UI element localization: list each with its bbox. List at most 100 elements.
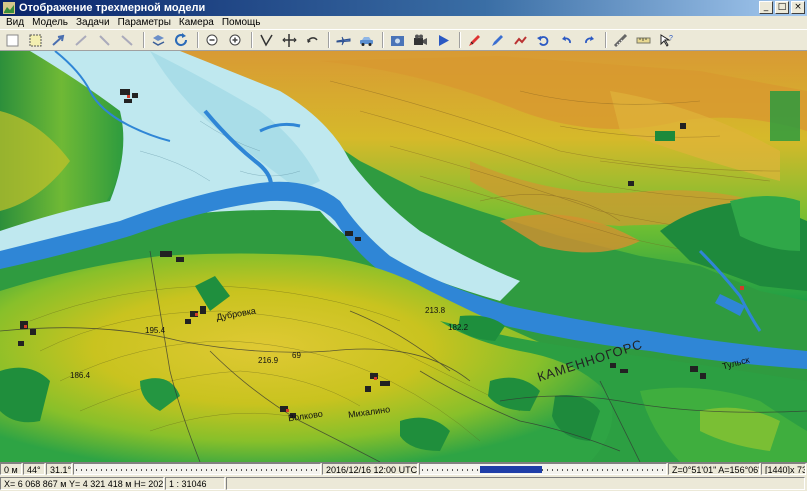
height-field: 0 м: [0, 463, 22, 475]
pencil-icon: [468, 34, 480, 46]
map-elevation-label: 216.9: [258, 356, 279, 365]
airplane-icon: [336, 36, 350, 45]
forward-button[interactable]: [579, 31, 599, 49]
photo-icon: [390, 35, 404, 46]
window-title: Отображение трехмерной модели: [19, 2, 206, 14]
fly-disabled-icon: [74, 34, 87, 46]
speed-slider-thumb[interactable]: [480, 466, 542, 473]
airplane-button[interactable]: [333, 31, 353, 49]
refresh-button[interactable]: [171, 31, 191, 49]
menu-camera[interactable]: Камера: [175, 16, 218, 29]
select-region-button[interactable]: [25, 31, 45, 49]
back-icon: [561, 35, 571, 43]
undo-button[interactable]: [533, 31, 553, 49]
undo-icon: [536, 35, 548, 46]
cursor-coordinates: X= 6 068 867 м Y= 4 321 418 м H= 202.22 …: [0, 476, 164, 490]
fly-left-button[interactable]: [71, 31, 91, 49]
zoom-in-button[interactable]: [225, 31, 245, 49]
svg-text:?: ?: [669, 35, 673, 42]
time-slider-ticks: [76, 469, 318, 471]
status-bar-coordinates: X= 6 068 867 м Y= 4 321 418 м H= 202.22 …: [0, 475, 807, 491]
measure-button[interactable]: [610, 31, 630, 49]
toolbar: ?: [0, 29, 807, 51]
photo-button[interactable]: [387, 31, 407, 49]
map-elevation-label: 69: [292, 351, 301, 360]
speed-slider[interactable]: [419, 463, 667, 475]
map-elevation-label: 186.4: [70, 371, 91, 380]
fly-right-button[interactable]: [94, 31, 114, 49]
menu-tasks[interactable]: Задачи: [72, 16, 114, 29]
route-icon: [513, 35, 527, 45]
terrain-map: [0, 51, 807, 462]
fly-down-button[interactable]: [117, 31, 137, 49]
fly-button[interactable]: [48, 31, 68, 49]
toolbar-separator: [328, 32, 330, 48]
fit-view-icon: [259, 34, 273, 47]
tilt-angle-field: 44°: [23, 463, 45, 475]
help-cursor-button[interactable]: ?: [656, 31, 676, 49]
terrain-3d-viewport[interactable]: Дубровка КАМЕННОГОРС Михалино Волково Ту…: [0, 51, 807, 462]
rotate-icon: [306, 36, 318, 43]
resolution-field: [1440]x 736: [761, 463, 806, 475]
orientation-field: Z=0°51'01" A=156°06'14": [668, 463, 760, 475]
speed-slider-ticks: [422, 469, 664, 471]
menu-help[interactable]: Помощь: [218, 16, 265, 29]
toolbar-separator: [251, 32, 253, 48]
status-bar-controls: 0 м 44° 31.1° 2016/12/16 12:00 UTC+3 Z=0…: [0, 462, 807, 475]
close-button[interactable]: ×: [791, 1, 805, 14]
rotate-button[interactable]: [302, 31, 322, 49]
map-scale: 1 : 31046: [165, 476, 225, 490]
layers-button[interactable]: [148, 31, 168, 49]
fly-icon: [51, 34, 64, 46]
play-icon: [438, 34, 449, 46]
draw-alt-button[interactable]: [487, 31, 507, 49]
menu-parameters[interactable]: Параметры: [114, 16, 175, 29]
minimize-button[interactable]: _: [759, 1, 773, 14]
datetime-field: 2016/12/16 12:00 UTC+3: [322, 463, 418, 475]
forward-icon: [584, 35, 594, 43]
ruler-button[interactable]: [633, 31, 653, 49]
menu-bar: Вид Модель Задачи Параметры Камера Помощ…: [0, 16, 807, 29]
menu-model[interactable]: Модель: [28, 16, 72, 29]
ruler-icon: [636, 37, 650, 43]
fly-disabled-icon: [120, 34, 133, 46]
map-elevation-label: 213.8: [425, 306, 446, 315]
toolbar-separator: [459, 32, 461, 48]
toolbar-separator: [197, 32, 199, 48]
maximize-button[interactable]: □: [775, 1, 789, 14]
fit-view-button[interactable]: [256, 31, 276, 49]
menu-view[interactable]: Вид: [2, 16, 28, 29]
new-icon: [6, 34, 18, 46]
car-button[interactable]: [356, 31, 376, 49]
refresh-icon: [174, 32, 187, 46]
video-camera-icon: [413, 34, 427, 45]
new-button[interactable]: [2, 31, 22, 49]
center-view-icon: [281, 33, 297, 47]
toolbar-separator: [143, 32, 145, 48]
draw-button[interactable]: [464, 31, 484, 49]
help-cursor-icon: ?: [660, 33, 673, 47]
time-slider[interactable]: [73, 463, 321, 475]
toolbar-separator: [382, 32, 384, 48]
route-button[interactable]: [510, 31, 530, 49]
fov-angle-field: 31.1°: [46, 463, 72, 475]
toolbar-separator: [605, 32, 607, 48]
pencil-blue-icon: [491, 34, 503, 46]
map-elevation-label: 182.2: [448, 323, 469, 332]
title-bar: Отображение трехмерной модели _ □ ×: [0, 0, 807, 16]
zoom-out-button[interactable]: [202, 31, 222, 49]
app-icon: [3, 2, 15, 14]
back-button[interactable]: [556, 31, 576, 49]
video-button[interactable]: [410, 31, 430, 49]
measure-icon: [613, 33, 627, 47]
status-empty: [226, 476, 805, 490]
select-region-icon: [29, 34, 41, 46]
fly-disabled-icon: [98, 34, 110, 46]
zoom-out-icon: [206, 34, 217, 45]
layers-icon: [152, 34, 164, 46]
play-button[interactable]: [433, 31, 453, 49]
map-elevation-label: 195.4: [145, 326, 166, 335]
zoom-in-icon: [229, 34, 240, 45]
car-icon: [359, 36, 373, 46]
center-view-button[interactable]: [279, 31, 299, 49]
